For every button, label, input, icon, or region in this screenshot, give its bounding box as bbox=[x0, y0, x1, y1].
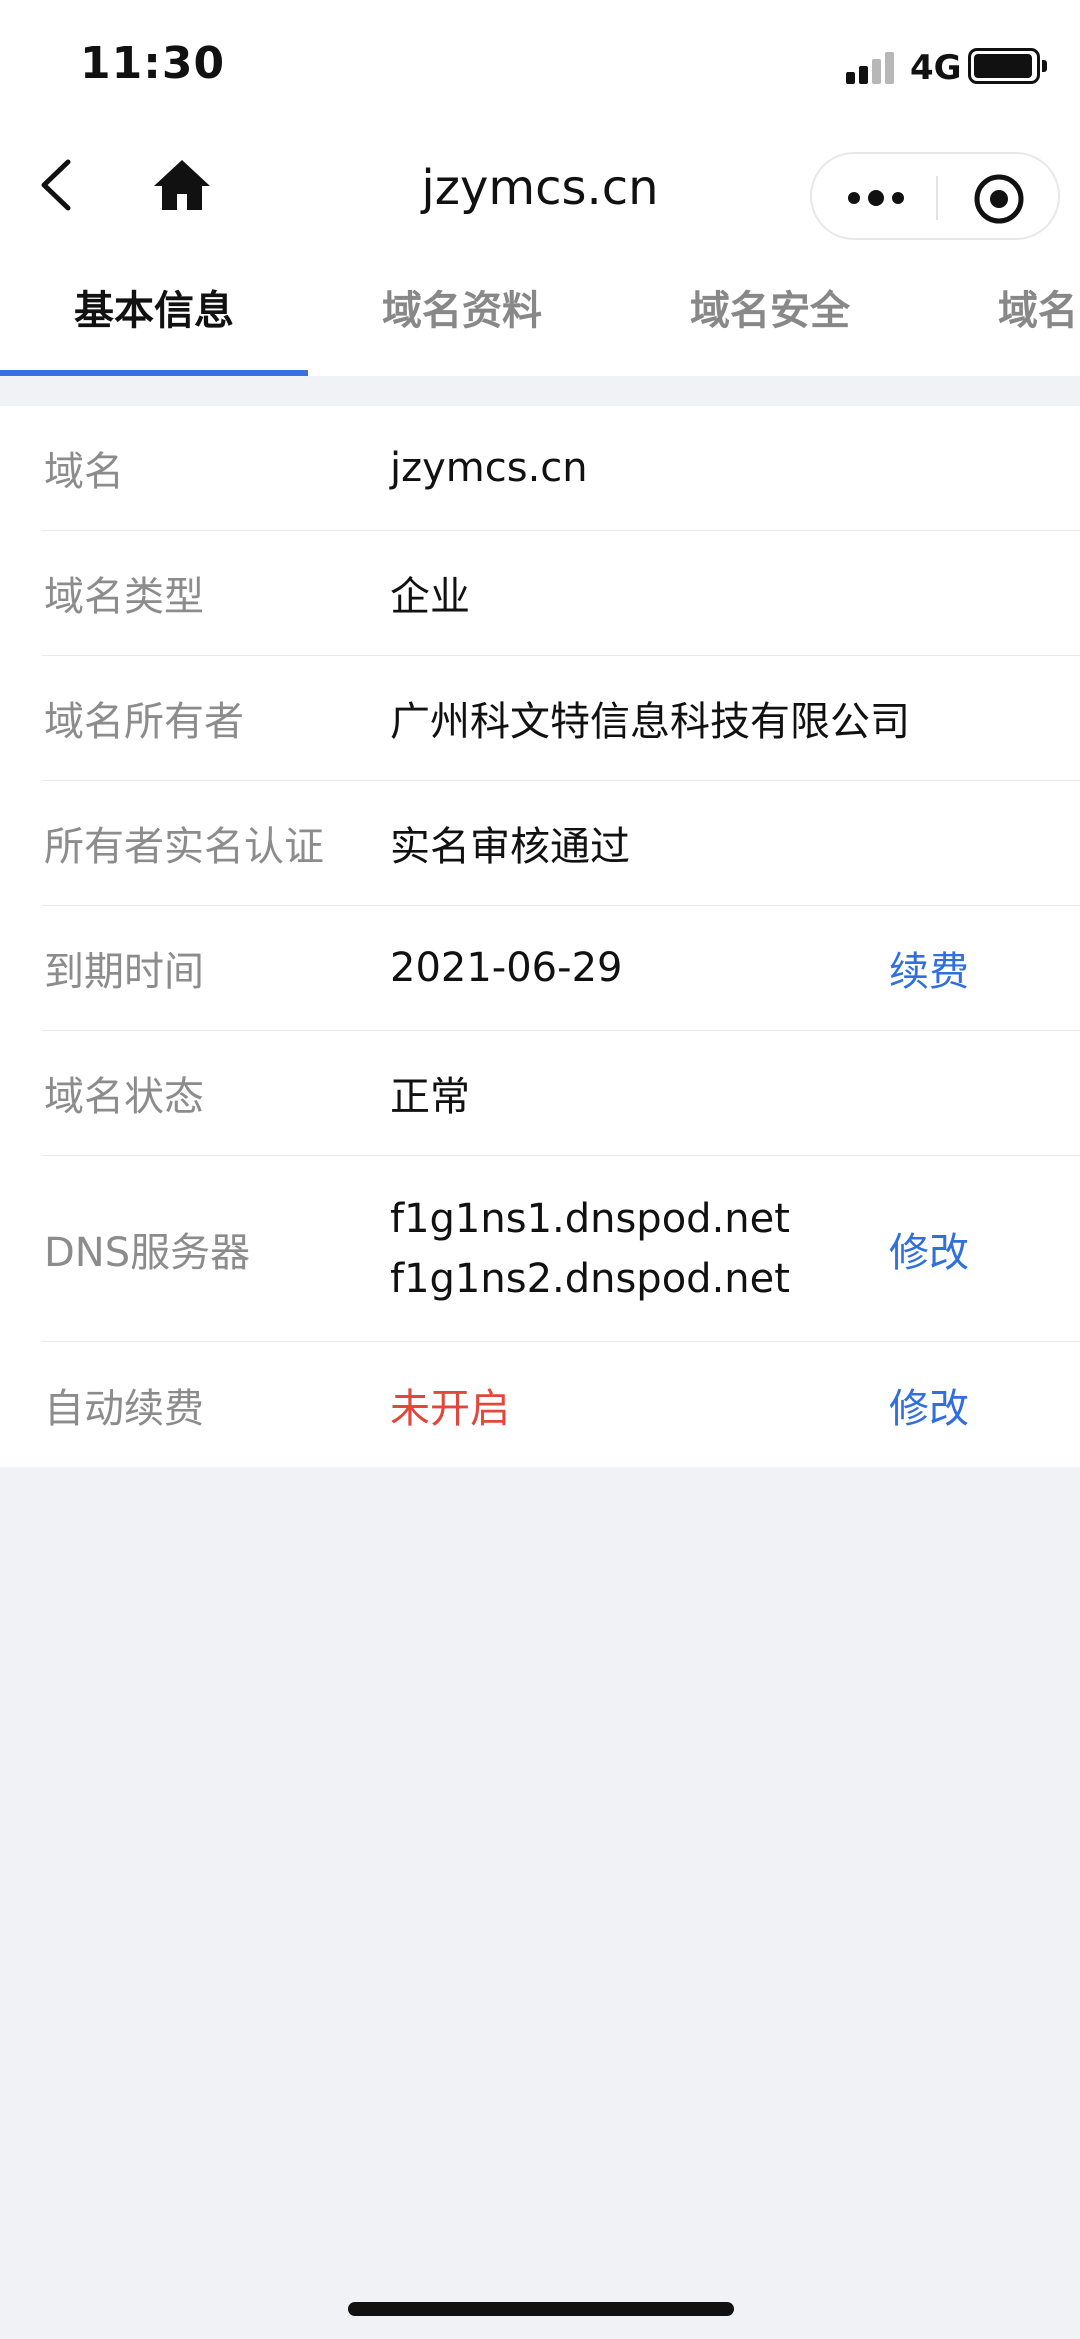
mini-program-capsule bbox=[810, 152, 1060, 240]
info-row-domain: 域名 jzymcs.cn bbox=[42, 406, 1080, 531]
tab-domain-profile[interactable]: 域名资料 bbox=[308, 250, 616, 376]
dns-values: f1g1ns1.dnspod.net f1g1ns2.dnspod.net bbox=[390, 1156, 790, 1341]
active-tab-indicator bbox=[0, 370, 308, 376]
info-row-status: 域名状态 正常 bbox=[42, 1031, 1080, 1156]
modify-dns-link[interactable]: 修改 bbox=[889, 1156, 969, 1341]
more-icon[interactable] bbox=[846, 184, 906, 212]
dns-server-1: f1g1ns1.dnspod.net bbox=[390, 1195, 790, 1242]
page: 11:30 4G jzymcs.cn 基本信息 域名资料 域名安全 域名 域名 … bbox=[0, 0, 1080, 2339]
tab-basic-info[interactable]: 基本信息 bbox=[0, 250, 308, 376]
nav-bar: jzymcs.cn bbox=[0, 130, 1080, 250]
status-value: 正常 bbox=[390, 1074, 470, 1120]
type-value: 企业 bbox=[390, 574, 470, 620]
info-row-dns: DNS服务器 f1g1ns1.dnspod.net f1g1ns2.dnspod… bbox=[42, 1156, 1080, 1342]
status-time: 11:30 bbox=[80, 38, 226, 89]
info-row-auto-renew: 自动续费 未开启 修改 bbox=[42, 1342, 1080, 1467]
capsule-divider bbox=[936, 176, 938, 220]
type-label: 域名类型 bbox=[44, 574, 204, 620]
auto-renew-value: 未开启 bbox=[390, 1385, 510, 1432]
expiry-value: 2021-06-29 bbox=[390, 945, 623, 991]
owner-value: 广州科文特信息科技有限公司 bbox=[390, 699, 910, 745]
auto-renew-label: 自动续费 bbox=[44, 1385, 204, 1432]
dns-label: DNS服务器 bbox=[44, 1229, 251, 1276]
info-row-type: 域名类型 企业 bbox=[42, 531, 1080, 656]
domain-info-list: 域名 jzymcs.cn 域名类型 企业 域名所有者 广州科文特信息科技有限公司… bbox=[0, 406, 1080, 1467]
verification-value: 实名审核通过 bbox=[390, 824, 630, 870]
network-type: 4G bbox=[910, 48, 962, 88]
tab-domain-security[interactable]: 域名安全 bbox=[616, 250, 924, 376]
close-icon[interactable] bbox=[972, 172, 1026, 226]
renew-link[interactable]: 续费 bbox=[889, 906, 969, 1030]
domain-value: jzymcs.cn bbox=[390, 445, 588, 491]
domain-label: 域名 bbox=[44, 449, 124, 495]
home-indicator[interactable] bbox=[348, 2302, 734, 2316]
info-row-owner: 域名所有者 广州科文特信息科技有限公司 bbox=[42, 656, 1080, 781]
verification-label: 所有者实名认证 bbox=[44, 824, 324, 870]
modify-auto-renew-link[interactable]: 修改 bbox=[889, 1342, 969, 1467]
signal-icon bbox=[846, 50, 898, 84]
status-label: 域名状态 bbox=[44, 1074, 204, 1120]
status-bar: 11:30 4G bbox=[0, 0, 1080, 130]
info-row-expiry: 到期时间 2021-06-29 续费 bbox=[42, 906, 1080, 1031]
tab-domain-more[interactable]: 域名 bbox=[924, 250, 1080, 376]
expiry-label: 到期时间 bbox=[44, 949, 204, 995]
battery-icon bbox=[968, 48, 1047, 84]
tab-bar: 基本信息 域名资料 域名安全 域名 bbox=[0, 250, 1080, 376]
info-row-verification: 所有者实名认证 实名审核通过 bbox=[42, 781, 1080, 906]
owner-label: 域名所有者 bbox=[44, 699, 244, 745]
dns-server-2: f1g1ns2.dnspod.net bbox=[390, 1255, 790, 1302]
